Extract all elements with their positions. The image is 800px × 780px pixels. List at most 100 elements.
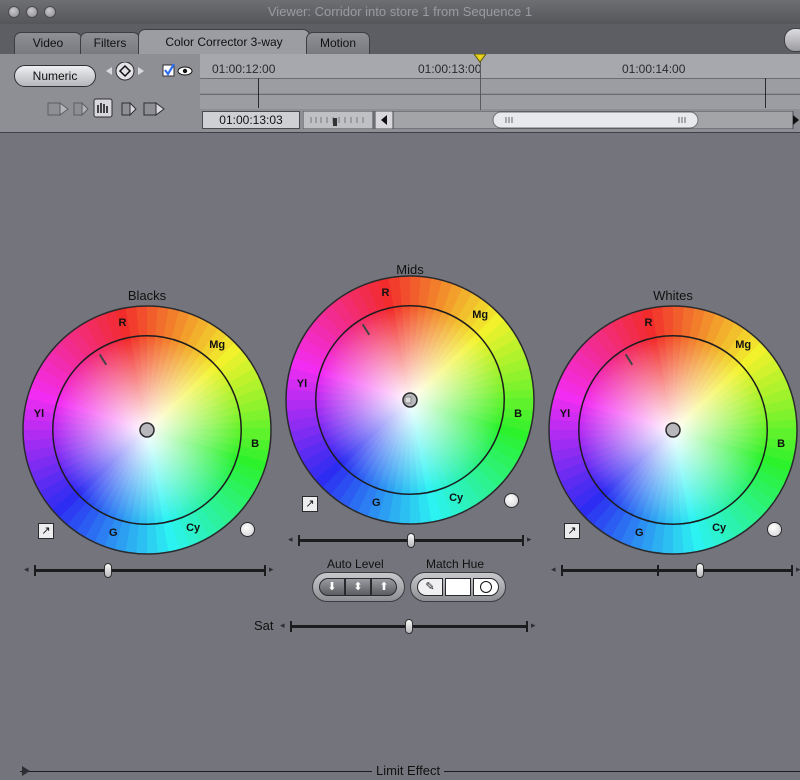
wheel-center-fade [23,306,271,554]
whites-select-color-button[interactable]: ↗ [564,523,580,539]
whites-label: Whites [653,288,693,303]
wheel-hue-segment [147,316,209,430]
wheel-hue-segment [147,430,182,553]
scroll-thumb[interactable] [492,111,699,129]
sat-slider-increase-arrow-icon[interactable]: ▸ [531,620,536,631]
hue-label-cy: Cy [712,521,727,534]
whites-level-slider-decrease-arrow-icon[interactable]: ◂ [551,564,556,575]
wheel-outline [548,305,798,555]
previous-keyframe-icon[interactable] [106,67,112,75]
wheel-hue-segment [320,305,410,400]
wheel-hue-segment [565,430,673,503]
match-hue-reset-button[interactable] [473,578,499,596]
next-keyframe-icon[interactable] [138,67,144,75]
whites-level-slider-track[interactable] [561,569,793,572]
keyframe-step-icon[interactable] [73,101,89,117]
wheel-hue-segment [662,430,676,554]
match-hue-color-swatch[interactable] [445,578,471,596]
wheel-hue-segment [39,430,147,503]
wheel-hue-segment [618,313,673,430]
wheel-hue-segment [673,307,706,430]
whites-level-slider-knob[interactable] [696,563,705,578]
blacks-color-wheel[interactable] [22,305,272,555]
window-toolbar-button[interactable] [784,28,800,52]
scroll-left-arrow-icon[interactable] [374,111,394,129]
balance-control-handle [402,392,418,408]
wheel-hue-segment [147,340,242,430]
keyframe-back-icon[interactable] [47,102,69,116]
wheel-hue-segment [67,430,147,533]
hand-drag-icon[interactable] [93,98,113,118]
visibility-eye-icon[interactable] [177,66,193,76]
wheel-hue-segment [136,430,150,554]
disclosure-triangle-icon[interactable] [20,765,32,777]
wheel-hue-segment [330,400,410,503]
whites-reset-button[interactable] [767,522,782,537]
sat-slider-knob[interactable] [405,619,413,634]
hue-label-cy: Cy [449,491,464,504]
wheel-center-fade [286,276,534,524]
wheel-inner-ring [315,305,505,495]
numeric-button[interactable]: Numeric [14,65,96,87]
enable-checkbox[interactable] [162,63,175,77]
blacks-level-slider-track[interactable] [34,569,266,572]
tab-filters[interactable]: Filters [80,32,140,54]
auto-black-level-button[interactable]: ⬇ [319,578,345,596]
mids-reset-button[interactable] [504,493,519,508]
keyframe-track-1[interactable] [200,78,800,93]
blacks-level-slider-decrease-arrow-icon[interactable]: ◂ [24,564,29,575]
whites-level-slider-increase-arrow-icon[interactable]: ▸ [796,564,800,575]
mids-color-wheel[interactable] [285,275,535,525]
mids-level-slider-increase-arrow-icon[interactable]: ▸ [527,534,532,545]
track-marker [765,78,766,108]
wheel-hue-segment [286,400,410,424]
timeline-ruler[interactable] [200,54,800,78]
mids-level-slider-knob[interactable] [407,533,415,548]
wheel-hue-segment [147,357,255,430]
mids-level-slider-decrease-arrow-icon[interactable]: ◂ [288,534,293,545]
playhead-line[interactable] [480,58,481,110]
wheel-hue-segment [27,430,147,475]
wheel-hue-segment [147,321,219,430]
zoom-slider[interactable] [303,111,374,129]
add-keyframe-button[interactable] [115,62,135,81]
wheel-hue-segment [673,430,776,510]
keyframe-forward-icon[interactable] [121,101,137,117]
scroll-right-arrow-icon[interactable] [793,115,799,125]
wheel-hue-segment [147,430,244,518]
blacks-select-color-button[interactable]: ↗ [38,523,54,539]
blacks-level-slider-increase-arrow-icon[interactable]: ▸ [269,564,274,575]
blacks-level-slider-knob[interactable] [104,563,113,578]
keyframe-end-icon[interactable] [143,102,165,116]
wheel-hue-segment [147,430,268,473]
wheel-hue-segment [23,419,148,433]
sat-slider-decrease-arrow-icon[interactable]: ◂ [280,620,285,631]
wheel-hue-segment [147,430,171,554]
mids-select-color-button[interactable]: ↗ [302,496,318,512]
auto-white-level-button[interactable]: ⬆ [371,578,397,596]
playhead-icon[interactable] [473,54,487,64]
tab-color-corrector-3-way[interactable]: Color Corrector 3-way [138,29,310,55]
wheel-hue-segment [338,400,410,509]
wheel-hue-segment [410,291,482,400]
wheel-hue-segment [550,430,673,465]
wheel-hue-segment [410,345,527,400]
wheel-hue-segment [571,430,673,512]
tab-video[interactable]: Video [14,32,82,54]
track-marker [258,78,259,108]
tab-motion[interactable]: Motion [306,32,370,54]
blacks-reset-button[interactable] [240,522,255,537]
current-timecode-field[interactable]: 01:00:13:03 [202,111,300,129]
mids-level-slider-endmark [522,535,524,546]
wheel-hue-segment [660,306,673,430]
whites-color-wheel[interactable] [548,305,798,555]
wheel-hue-segment [673,340,768,430]
keyframe-track-2[interactable] [200,94,800,109]
wheel-hue-segment [410,318,512,400]
match-hue-eyedropper-icon[interactable]: ✎ [417,578,443,596]
wheel-hue-segment [410,400,507,488]
hue-label-mg: Mg [735,339,752,352]
wheel-hue-segment [585,430,673,527]
auto-contrast-button[interactable]: ⬍ [345,578,371,596]
wheel-hue-segment [673,430,686,554]
